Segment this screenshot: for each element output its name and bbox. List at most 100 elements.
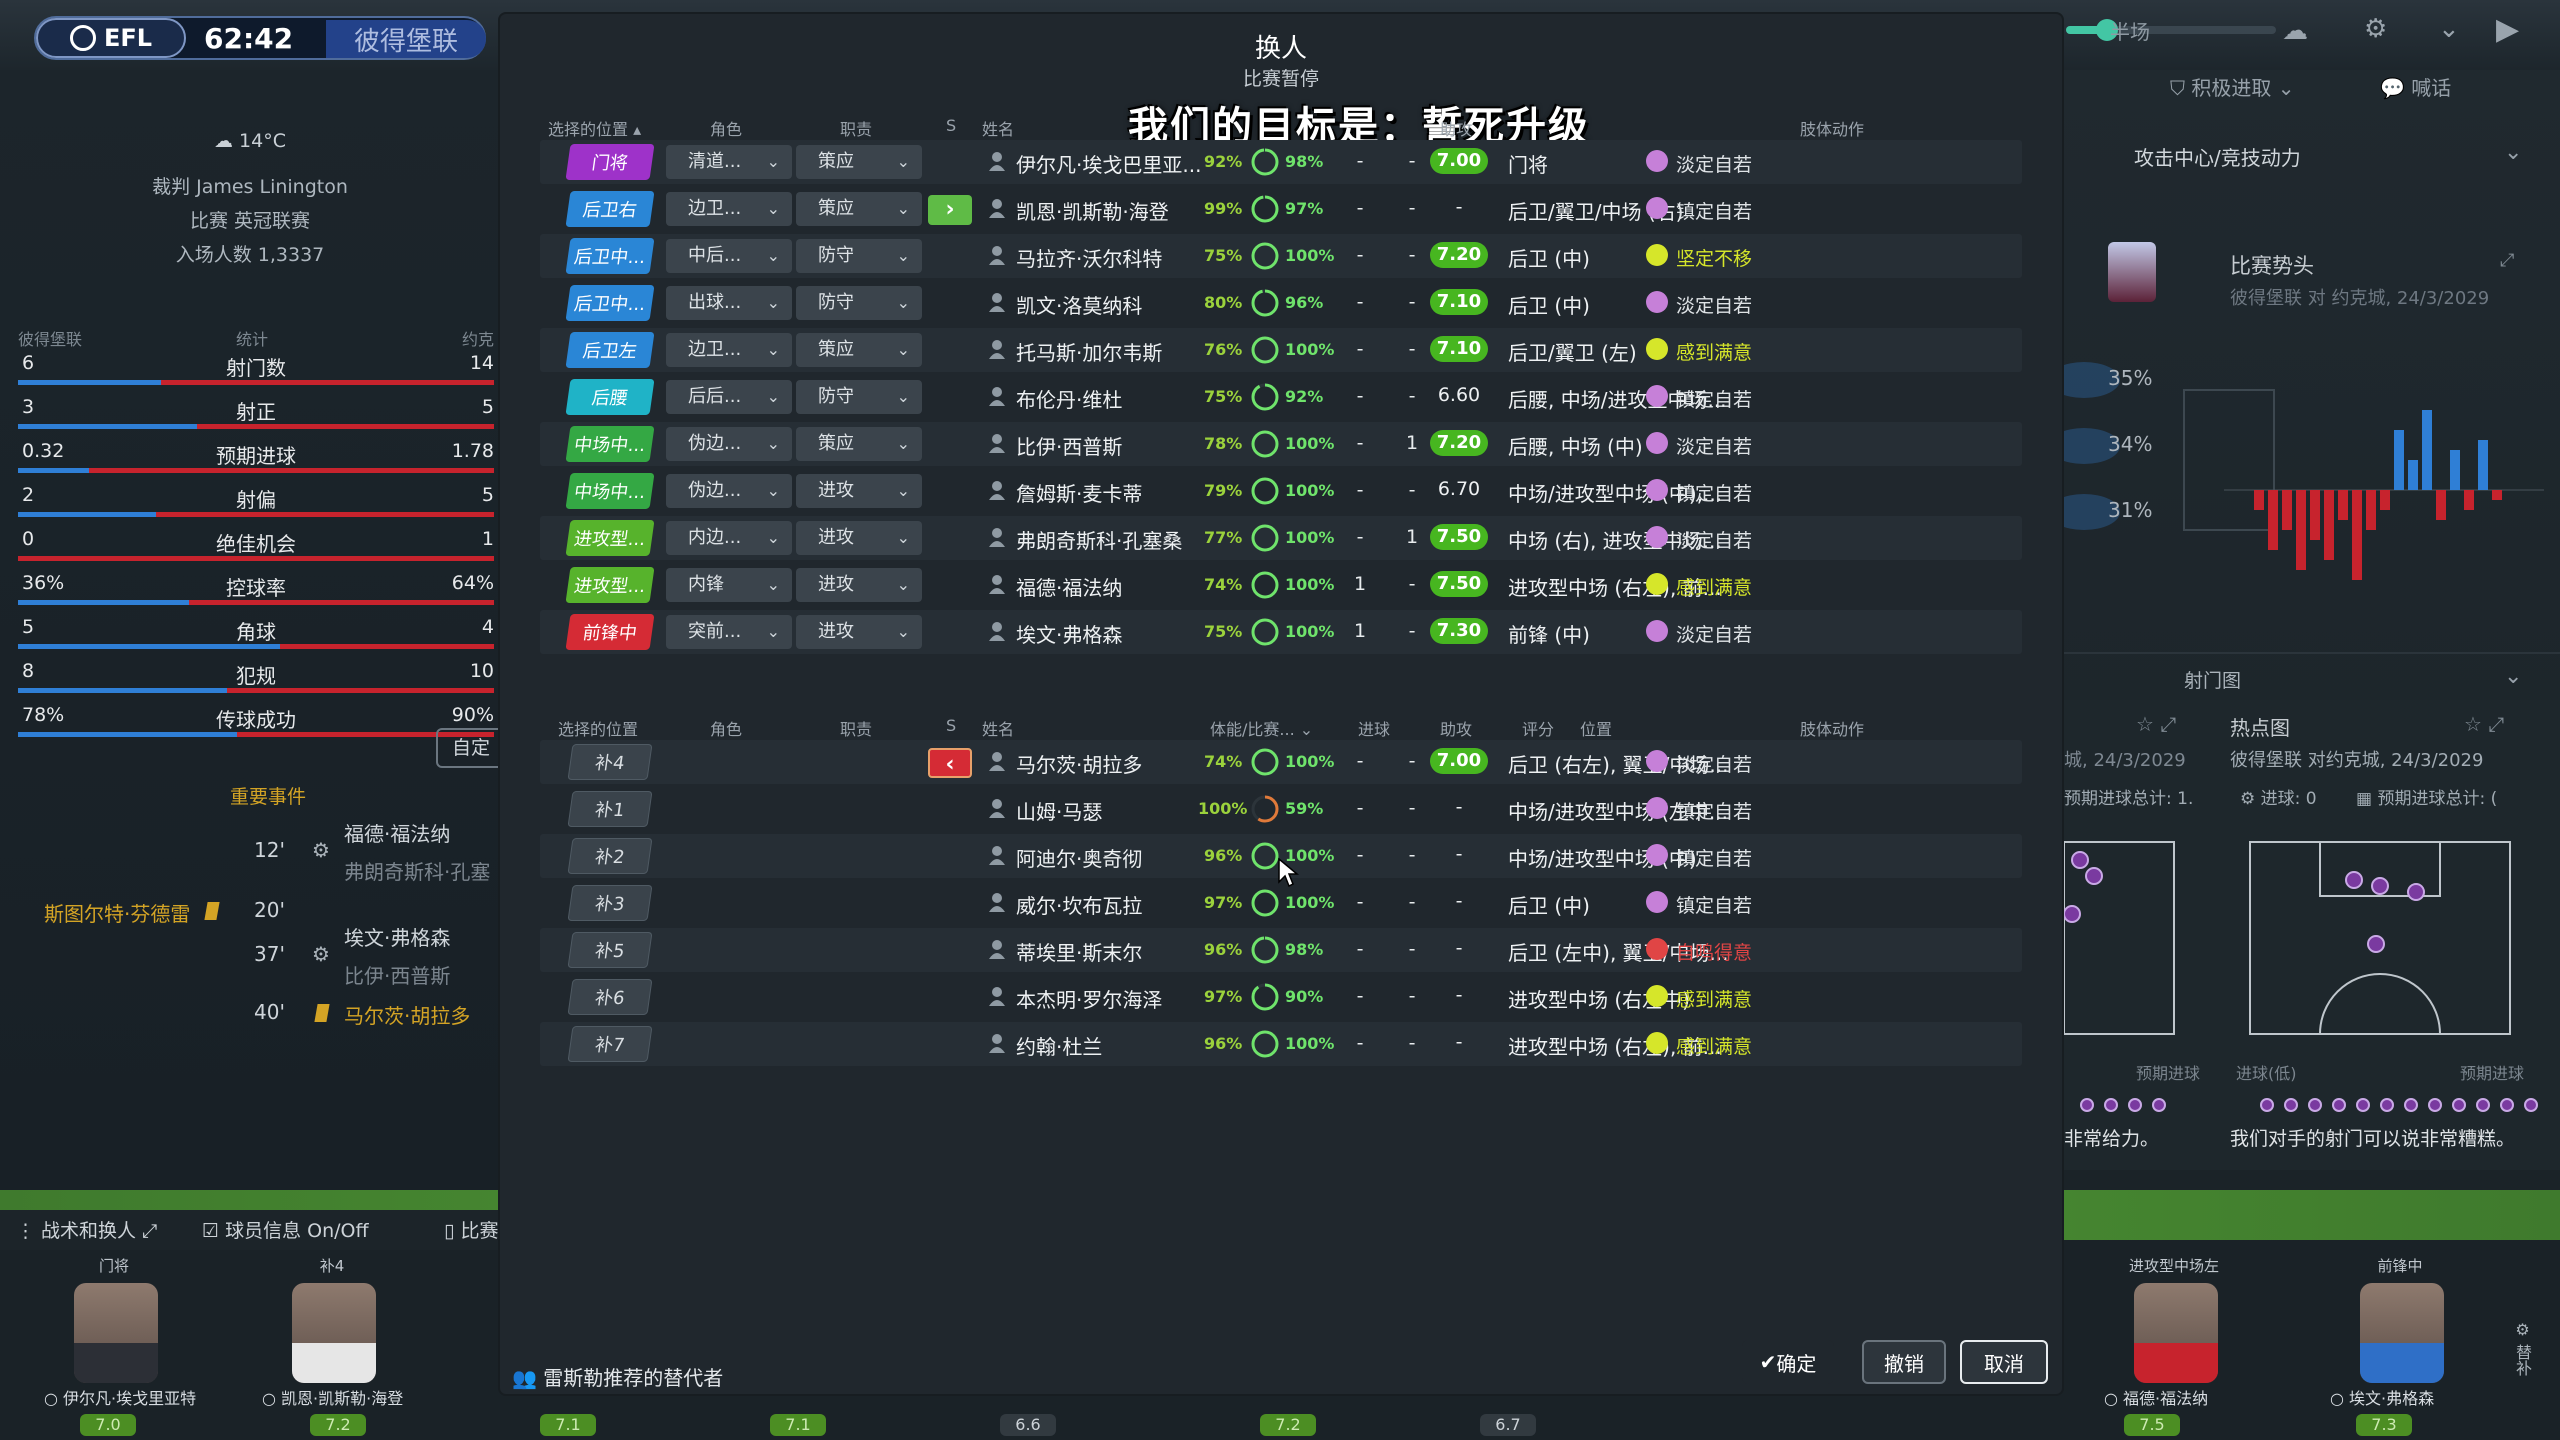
col2-assists[interactable]: 助攻 — [1440, 716, 1472, 740]
position-badge[interactable]: 后卫中... — [565, 285, 655, 321]
player-name[interactable]: 本杰明·罗尔海泽 — [1016, 984, 1162, 1013]
confirm-button[interactable]: ✔ 确定 — [1742, 1340, 1834, 1384]
player-card[interactable]: 进攻型中场左 ○ 福德·福法纳 — [2104, 1255, 2244, 1408]
position-badge[interactable]: 前锋中 — [565, 614, 655, 650]
starter-row[interactable]: 进攻型... 内锋 ⌄ 进攻 ⌄ 福德·福法纳 74% 100% 1-7.50 进攻型中场 (右左… — [540, 563, 2022, 607]
starter-row[interactable]: 后卫左 边卫... ⌄ 策应 ⌄ 托马斯·加尔韦斯 76% 100% - -7.10 后卫/翼卫 (… — [540, 328, 2022, 372]
starter-row[interactable]: 中场中... 伪边... ⌄ 进攻 ⌄ 詹姆斯·麦卡蒂 79% 100% - -6.70 中场/进攻… — [540, 469, 2022, 513]
role-dropdown[interactable]: 突前... ⌄ — [666, 615, 792, 649]
starter-row[interactable]: 后卫右 边卫... ⌄ 策应 ⌄ › 凯恩·凯斯勒·海登 99% 97% - - - 后卫/翼卫/中场 … — [540, 187, 2022, 231]
duty-dropdown[interactable]: 防守 ⌄ — [796, 239, 922, 273]
duty-dropdown[interactable]: 防守 ⌄ — [796, 380, 922, 414]
tab-match[interactable]: ▯ 比赛 — [444, 1216, 499, 1243]
heatmap-star-icon[interactable]: ☆ ⤢ — [2464, 712, 2504, 736]
player-name[interactable]: 弗朗奇斯科·孔塞桑 — [1016, 525, 1182, 554]
tab-player-info[interactable]: ☑ 球员信息 On/Off — [202, 1216, 369, 1243]
player-name[interactable]: 福德·福法纳 — [1016, 572, 1122, 601]
player-card[interactable]: 门将 ○ 伊尔凡·埃戈里亚特 — [44, 1255, 196, 1408]
col-behaviour[interactable]: 肢体动作 — [1800, 116, 1864, 140]
role-dropdown[interactable]: 边卫... ⌄ — [666, 333, 792, 367]
shotmap-star-icon[interactable]: ☆ ⤢ — [2136, 712, 2176, 736]
duty-dropdown[interactable]: 策应 ⌄ — [796, 427, 922, 461]
col-duty[interactable]: 职责 — [840, 116, 872, 140]
role-dropdown[interactable]: 后后... ⌄ — [666, 380, 792, 414]
duty-dropdown[interactable]: 进攻 ⌄ — [796, 474, 922, 508]
duty-dropdown[interactable]: 策应 ⌄ — [796, 192, 922, 226]
sub-row[interactable]: 补7 约翰·杜兰 96% 100% - - - 进攻型中场 (右左), 前... 感到满意 — [540, 1022, 2022, 1066]
col-name[interactable]: 姓名 — [982, 116, 1014, 140]
role-dropdown[interactable]: 出球... ⌄ — [666, 286, 792, 320]
col2-condition[interactable]: 体能/比赛... ⌄ — [1210, 716, 1313, 740]
swap-in-icon[interactable]: › — [928, 195, 972, 225]
col2-goals[interactable]: 进球 — [1358, 716, 1390, 740]
position-badge[interactable]: 中场中... — [565, 473, 655, 509]
col-position[interactable]: 选择的位置 ▴ — [548, 116, 641, 140]
sub-row[interactable]: 补4 ‹ 马尔茨·胡拉多 74% 100% - -7.00 后卫 (右左), 翼卫/中场...… — [540, 740, 2022, 784]
duty-dropdown[interactable]: 策应 ⌄ — [796, 333, 922, 367]
tab-tactics[interactable]: ⋮ 战术和换人 ⤢ — [16, 1216, 157, 1243]
col-assist[interactable]: 助攻 — [1440, 116, 1472, 140]
player-name[interactable]: 凯文·洛莫纳科 — [1016, 290, 1142, 319]
player-name[interactable]: 埃文·弗格森 — [1016, 619, 1122, 648]
col2-role[interactable]: 角色 — [710, 716, 742, 740]
focus-chevron-icon[interactable]: ⌄ — [2504, 140, 2522, 165]
swap-out-icon[interactable]: ‹ — [928, 748, 972, 778]
col2-behaviour[interactable]: 肢体动作 — [1800, 716, 1864, 740]
player-name[interactable]: 约翰·杜兰 — [1016, 1031, 1102, 1060]
expand-icon[interactable]: ⤢ — [2500, 250, 2514, 271]
role-dropdown[interactable]: 清道... ⌄ — [666, 145, 792, 179]
role-dropdown[interactable]: 内边... ⌄ — [666, 521, 792, 555]
starter-row[interactable]: 后卫中... 中后... ⌄ 防守 ⌄ 马拉齐·沃尔科特 75% 100% - -7.20 后卫 (… — [540, 234, 2022, 278]
player-name[interactable]: 马拉齐·沃尔科特 — [1016, 243, 1162, 272]
position-badge[interactable]: 后卫中... — [565, 238, 655, 274]
duty-dropdown[interactable]: 进攻 ⌄ — [796, 568, 922, 602]
chevron-down-icon[interactable]: ⌄ — [2438, 14, 2460, 44]
player-name[interactable]: 凯恩·凯斯勒·海登 — [1016, 196, 1169, 225]
starter-row[interactable]: 进攻型... 内边... ⌄ 进攻 ⌄ 弗朗奇斯科·孔塞桑 77% 100% -1 7.50 中场 … — [540, 516, 2022, 560]
player-card[interactable]: 前锋中 ○ 埃文·弗格森 — [2330, 1255, 2470, 1408]
shotmap-chevron-icon[interactable]: ⌄ — [2504, 664, 2522, 689]
col-s[interactable]: S — [946, 116, 956, 135]
position-badge[interactable]: 进攻型... — [565, 567, 655, 603]
position-badge[interactable]: 门将 — [565, 144, 655, 180]
play-icon[interactable]: ▶ — [2496, 12, 2519, 47]
player-name[interactable]: 托马斯·加尔韦斯 — [1016, 337, 1162, 366]
starter-row[interactable]: 前锋中 突前... ⌄ 进攻 ⌄ 埃文·弗格森 75% 100% 1 -7.30 前锋 (中) 淡定自… — [540, 610, 2022, 654]
sub-row[interactable]: 补1 山姆·马瑟 100% 59% - - - 中场/进攻型中场 (左中... 镇定自若 — [540, 787, 2022, 831]
weather-icon[interactable]: ☁ — [2282, 16, 2308, 46]
col2-duty[interactable]: 职责 — [840, 716, 872, 740]
sub-row[interactable]: 补6 本杰明·罗尔海泽 97% 90% - - - 进攻型中场 (右左中) 感到满意 — [540, 975, 2022, 1019]
starter-row[interactable]: 后卫中... 出球... ⌄ 防守 ⌄ 凯文·洛莫纳科 80% 96% - -7.10 后卫 (中)… — [540, 281, 2022, 325]
duty-dropdown[interactable]: 进攻 ⌄ — [796, 521, 922, 555]
col2-s[interactable]: S — [946, 716, 956, 735]
position-badge[interactable]: 中场中... — [565, 426, 655, 462]
player-name[interactable]: 马尔茨·胡拉多 — [1016, 749, 1142, 778]
position-badge[interactable]: 后腰 — [565, 379, 655, 415]
position-badge[interactable]: 后卫左 — [565, 332, 655, 368]
player-card[interactable]: 补4 ○ 凯恩·凯斯勒·海登 — [262, 1255, 403, 1408]
player-name[interactable]: 阿迪尔·奥奇彻 — [1016, 843, 1142, 872]
role-dropdown[interactable]: 伪边... ⌄ — [666, 474, 792, 508]
focus-dropdown[interactable]: 攻击中心/竞技动力 — [2134, 142, 2301, 171]
role-dropdown[interactable]: 内锋 ⌄ — [666, 568, 792, 602]
player-name[interactable]: 比伊·西普斯 — [1016, 431, 1122, 460]
score-chip[interactable]: EFL 62:42 彼得堡联 — [34, 16, 486, 60]
undo-button[interactable]: 撤销 — [1862, 1340, 1946, 1384]
col2-rating[interactable]: 评分 — [1522, 716, 1554, 740]
position-badge[interactable]: 后卫右 — [565, 191, 655, 227]
recommend-link[interactable]: 👥 雷斯勒推荐的替代者 — [512, 1362, 723, 1391]
cancel-button[interactable]: 取消 — [1960, 1340, 2048, 1384]
col-role[interactable]: 角色 — [710, 116, 742, 140]
col2-name[interactable]: 姓名 — [982, 716, 1014, 740]
side-tab-icon[interactable]: ⚙ 替补 — [2510, 1320, 2534, 1376]
duty-dropdown[interactable]: 防守 ⌄ — [796, 286, 922, 320]
customize-button[interactable]: 自定 — [436, 728, 506, 768]
starter-row[interactable]: 门将 清道... ⌄ 策应 ⌄ 伊尔凡·埃戈巴里亚... 92% 98% - -7.00 门将 淡定自… — [540, 140, 2022, 184]
gear-icon[interactable]: ⚙ — [2364, 14, 2387, 44]
player-name[interactable]: 布伦丹·维杜 — [1016, 384, 1122, 413]
player-name[interactable]: 伊尔凡·埃戈巴里亚... — [1016, 149, 1201, 178]
col2-position[interactable]: 选择的位置 — [558, 716, 638, 740]
mentality-dropdown[interactable]: ⛉ 积极进取 ⌄ — [2170, 72, 2294, 101]
role-dropdown[interactable]: 边卫... ⌄ — [666, 192, 792, 226]
role-dropdown[interactable]: 中后... ⌄ — [666, 239, 792, 273]
